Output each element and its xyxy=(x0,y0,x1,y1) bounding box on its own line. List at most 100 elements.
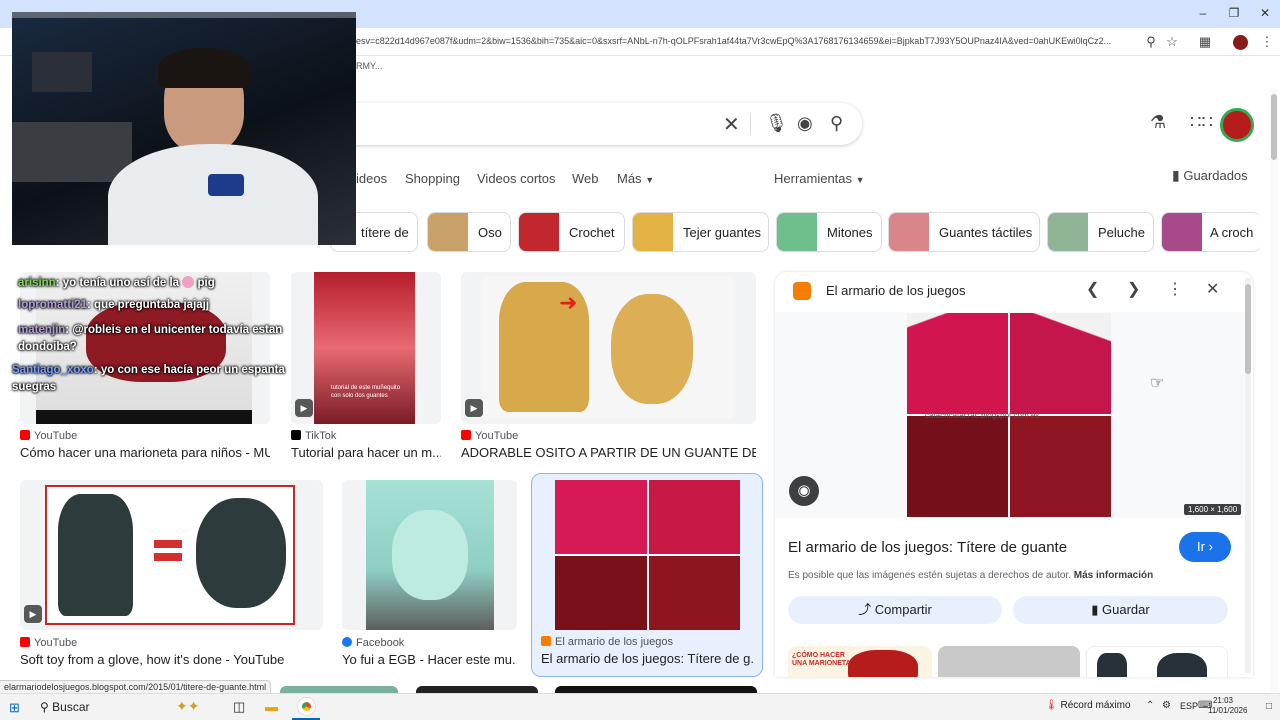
share-button[interactable]: ⤴ Compartir xyxy=(788,596,1002,624)
glove-tile xyxy=(648,480,740,554)
chip-oso[interactable]: Oso xyxy=(427,212,511,252)
page-scrollbar-thumb[interactable] xyxy=(1271,94,1277,160)
result-image-egb[interactable] xyxy=(342,480,517,630)
taskbar-search[interactable]: ⚲ Buscar xyxy=(40,700,90,714)
google-account-avatar[interactable] xyxy=(1220,108,1254,142)
visit-button[interactable]: Ir › xyxy=(1179,532,1231,562)
zoom-icon[interactable]: ⚲ xyxy=(1143,34,1159,50)
visual-search-lens-icon[interactable]: ◉ xyxy=(789,476,819,506)
browser-menu-icon[interactable]: ⋮ xyxy=(1259,34,1275,50)
previous-image-button[interactable]: ❮ xyxy=(1086,279,1099,299)
url-text[interactable]: esv=c822d14d967e087f&udm=2&biw=1536&bih=… xyxy=(356,36,1136,46)
next-image-button[interactable]: ❯ xyxy=(1127,279,1140,299)
search-icon: ⚲ xyxy=(40,700,49,714)
glove-tile xyxy=(1010,416,1111,517)
result-title[interactable]: Cómo hacer una marioneta para niños - MU… xyxy=(20,445,270,460)
mint-toy-shape xyxy=(392,510,468,600)
tab-short-videos[interactable]: Videos cortos xyxy=(477,171,556,186)
clear-search-icon[interactable]: ✕ xyxy=(723,112,740,137)
task-view-icon[interactable]: ◫ xyxy=(233,699,245,715)
close-panel-button[interactable]: ✕ xyxy=(1206,279,1219,299)
usb-icon[interactable]: ⚙ xyxy=(1162,700,1171,711)
camera-lens-icon[interactable]: ◉ xyxy=(797,113,813,134)
close-window-button[interactable]: ✕ xyxy=(1254,4,1276,22)
glove-tile xyxy=(1010,313,1111,414)
tools-button[interactable]: Herramientas ▼ xyxy=(774,171,865,186)
minimize-window-button[interactable]: – xyxy=(1192,4,1214,22)
restore-window-button[interactable]: ❐ xyxy=(1223,4,1245,22)
chip-guantes-tactiles[interactable]: Guantes táctiles xyxy=(888,212,1040,252)
tiktok-icon xyxy=(291,430,301,440)
windows-start-icon[interactable]: ⊞ xyxy=(9,700,20,716)
visit-label: Ir xyxy=(1197,539,1205,554)
result-title[interactable]: El armario de los juegos: Títere de g... xyxy=(541,651,755,666)
glove-tile xyxy=(907,416,1008,517)
chip-label: Peluche xyxy=(1098,225,1145,240)
result-image-osito[interactable]: ➜ ▶ xyxy=(461,272,756,424)
saved-button[interactable]: ▮ Guardados xyxy=(1172,167,1248,184)
extensions-icon[interactable]: ▦ xyxy=(1197,34,1213,50)
blogger-icon xyxy=(793,282,811,300)
related-image[interactable] xyxy=(938,646,1080,677)
glove-tile xyxy=(907,313,1008,414)
bookmark-star-icon[interactable]: ☆ xyxy=(1164,34,1180,50)
equals-bar xyxy=(154,540,182,548)
microphone-icon[interactable]: 🎙 xyxy=(765,113,788,134)
shirt-logo xyxy=(208,174,244,196)
notifications-icon[interactable]: □ xyxy=(1266,701,1272,712)
copyright-notice: Es posible que las imágenes estén sujeta… xyxy=(788,570,1153,581)
tab-more[interactable]: Más ▼ xyxy=(617,171,654,186)
selected-result-card[interactable]: El armario de los juegos El armario de l… xyxy=(531,473,763,677)
more-info-link[interactable]: Más información xyxy=(1074,570,1153,581)
chip-label: Oso xyxy=(478,225,502,240)
weather-label: Récord máximo xyxy=(1060,700,1131,711)
search-icon[interactable]: ⚲ xyxy=(830,113,843,134)
panel-site-name[interactable]: El armario de los juegos xyxy=(826,283,965,298)
tab-videos[interactable]: ideos xyxy=(356,171,387,186)
clock[interactable]: 21:03 11/01/2026 xyxy=(1208,696,1247,716)
panel-scrollbar[interactable] xyxy=(1245,278,1251,673)
result-source: YouTube xyxy=(20,637,77,649)
glove-tile xyxy=(648,556,740,630)
language-indicator[interactable]: ESP xyxy=(1180,701,1198,711)
tab-web[interactable]: Web xyxy=(572,171,599,186)
profile-avatar[interactable] xyxy=(1233,35,1248,50)
video-play-icon: ▶ xyxy=(295,399,313,417)
more-options-icon[interactable]: ⋮ xyxy=(1167,279,1183,299)
search-box[interactable]: ✕ 🎙 ◉ ⚲ xyxy=(340,103,862,145)
room-monitor xyxy=(32,52,92,92)
tab-shopping[interactable]: Shopping xyxy=(405,171,460,186)
related-image[interactable] xyxy=(1086,646,1228,677)
weather-widget[interactable]: 🌡 Récord máximo xyxy=(1045,700,1131,711)
result-image-soft-toy[interactable]: ▶ xyxy=(20,480,323,630)
panel-image-title[interactable]: El armario de los juegos: Títere de guan… xyxy=(788,539,1067,556)
chip-mitones[interactable]: Mitones xyxy=(776,212,882,252)
tray-chevron-icon[interactable]: ⌃ xyxy=(1146,700,1154,711)
chip-crochet[interactable]: Crochet xyxy=(518,212,625,252)
panel-scrollbar-thumb[interactable] xyxy=(1245,284,1251,374)
result-source: Facebook xyxy=(342,637,404,649)
apps-grid-icon[interactable]: ∷∷ xyxy=(1190,112,1213,133)
image-preview-panel: El armario de los juegos ❮ ❯ ⋮ ✕ catacri… xyxy=(775,272,1253,677)
labs-flask-icon[interactable]: ⚗ xyxy=(1150,112,1166,133)
bookmark-item[interactable]: RMY... xyxy=(356,61,382,71)
chip-label: Crochet xyxy=(569,225,615,240)
result-image-tiktok[interactable]: tutorial de este muñequito con solo dos … xyxy=(291,272,441,424)
chip-label: Guantes táctiles xyxy=(939,225,1033,240)
result-title[interactable]: ADORABLE OSITO A PARTIR DE UN GUANTE DE … xyxy=(461,445,756,460)
chip-peluche[interactable]: Peluche xyxy=(1047,212,1154,252)
result-title[interactable]: Yo fui a EGB - Hacer este mu... xyxy=(342,652,517,667)
result-title[interactable]: Tutorial para hacer un m... xyxy=(291,445,441,460)
page-scrollbar[interactable] xyxy=(1270,88,1278,692)
taskbar-search-label: Buscar xyxy=(52,700,90,714)
save-button[interactable]: ▮ Guardar xyxy=(1013,596,1228,624)
chrome-icon[interactable] xyxy=(298,698,315,715)
result-title[interactable]: Soft toy from a glove, how it's done - Y… xyxy=(20,652,323,667)
chip-a-crochet[interactable]: A croch xyxy=(1161,212,1261,252)
tiktok-caption: tutorial de este muñequito con solo dos … xyxy=(331,385,401,399)
related-image-text: ¿CÓMO HACER UNA MARIONETA xyxy=(792,652,851,667)
chip-tejer-guantes[interactable]: Tejer guantes xyxy=(632,212,769,252)
file-explorer-icon[interactable]: ▬ xyxy=(265,699,278,714)
toy-shape xyxy=(196,498,286,608)
related-image[interactable]: ¿CÓMO HACER UNA MARIONETA xyxy=(788,646,932,677)
